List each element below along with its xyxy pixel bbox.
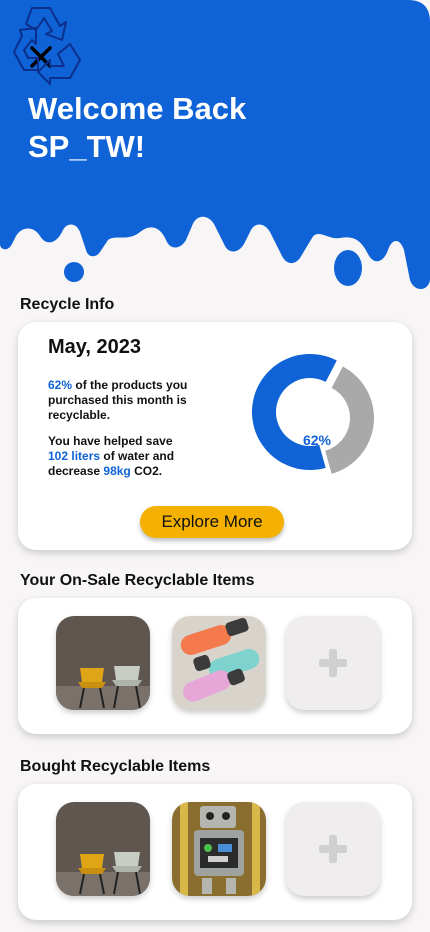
bought-item-robot[interactable] (172, 802, 266, 896)
donut-remaining-segment (325, 366, 374, 474)
add-on-sale-item-button[interactable] (286, 616, 380, 710)
recycle-icon (13, 7, 81, 85)
on-sale-items-title: Your On-Sale Recyclable Items (20, 572, 255, 589)
donut-recyclable-segment (252, 354, 337, 470)
recyclable-percent: 62% (48, 378, 73, 392)
savings-text: You have helped save 102 liters of water… (48, 434, 188, 479)
bought-items-title: Bought Recyclable Items (20, 758, 211, 775)
header-banner: Welcome Back SP_TW! (0, 0, 430, 300)
on-sale-item-bottles[interactable] (172, 616, 266, 710)
explore-more-button[interactable]: Explore More (140, 506, 284, 538)
welcome-username: SP_TW! (28, 129, 146, 164)
recyclable-donut-chart: 62% (252, 354, 374, 474)
bought-items-card (18, 784, 412, 920)
donut-percent-label: 62% (303, 432, 332, 448)
bottles-image (172, 616, 266, 710)
savings-end: CO2. (130, 464, 163, 478)
chairs-image (56, 802, 150, 896)
add-bought-item-button[interactable] (286, 802, 380, 896)
on-sale-item-chairs[interactable] (56, 616, 150, 710)
welcome-line-1: Welcome Back (28, 91, 247, 126)
on-sale-items-card (18, 598, 412, 734)
month-label: May, 2023 (48, 336, 142, 358)
welcome-heading: Welcome Back SP_TW! (28, 90, 288, 166)
co2-saved: 98kg (103, 464, 131, 478)
chairs-image (56, 616, 150, 710)
robot-image (172, 802, 266, 896)
recycle-info-card: May, 2023 62% of the products you purcha… (18, 322, 412, 550)
recycle-info-title: Recycle Info (20, 296, 115, 313)
water-saved: 102 liters (48, 449, 101, 463)
bought-item-chairs[interactable] (56, 802, 150, 896)
savings-intro: You have helped save (48, 434, 173, 448)
recyclable-percent-text: 62% of the products you purchased this m… (48, 378, 188, 423)
